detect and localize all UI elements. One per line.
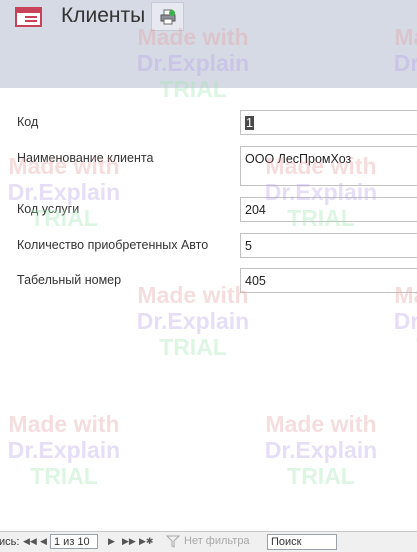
previous-record-button[interactable]: ◀ [40,536,47,547]
form-title: Клиенты [61,4,146,27]
service-code-label: Код услуги [17,202,80,216]
print-icon [160,9,176,25]
new-record-button[interactable]: ▶✱ [139,536,153,547]
client-name-field[interactable]: ООО ЛесПромХоз [240,146,417,186]
record-label: ись: [0,536,20,548]
watermark: Made withDr.ExplainTRIAL [136,282,250,360]
print-button[interactable] [151,2,184,31]
search-input[interactable]: Поиск [267,534,337,550]
watermark: Made withDr.ExplainTRIAL [393,282,417,360]
code-label: Код [17,115,39,129]
form-header: Клиенты [0,0,417,88]
watermark: Made withDr.ExplainTRIAL [7,411,121,489]
filter-status[interactable]: Нет фильтра [184,535,250,547]
cars-bought-label: Количество приобретенных Авто [17,238,209,252]
cars-bought-field[interactable]: 5 [240,233,417,258]
filter-icon [166,535,180,548]
client-name-label: Наименование клиента [17,151,154,165]
first-record-button[interactable]: ◀◀ [23,536,37,547]
employee-number-field[interactable]: 405 [240,268,417,293]
current-record-field[interactable]: 1 из 10 [50,534,98,549]
last-record-button[interactable]: ▶▶ [122,536,136,547]
employee-number-label: Табельный номер [17,273,122,287]
form-icon [15,7,42,27]
code-value: 1 [245,116,254,130]
next-record-button[interactable]: ▶ [108,536,115,547]
code-field[interactable]: 1 [240,110,417,135]
service-code-field[interactable]: 204 [240,197,417,222]
watermark: Made withDr.ExplainTRIAL [264,411,378,489]
record-navigation-bar: ись: ◀◀ ◀ 1 из 10 ▶ ▶▶ ▶✱ Нет фильтра По… [0,531,417,552]
